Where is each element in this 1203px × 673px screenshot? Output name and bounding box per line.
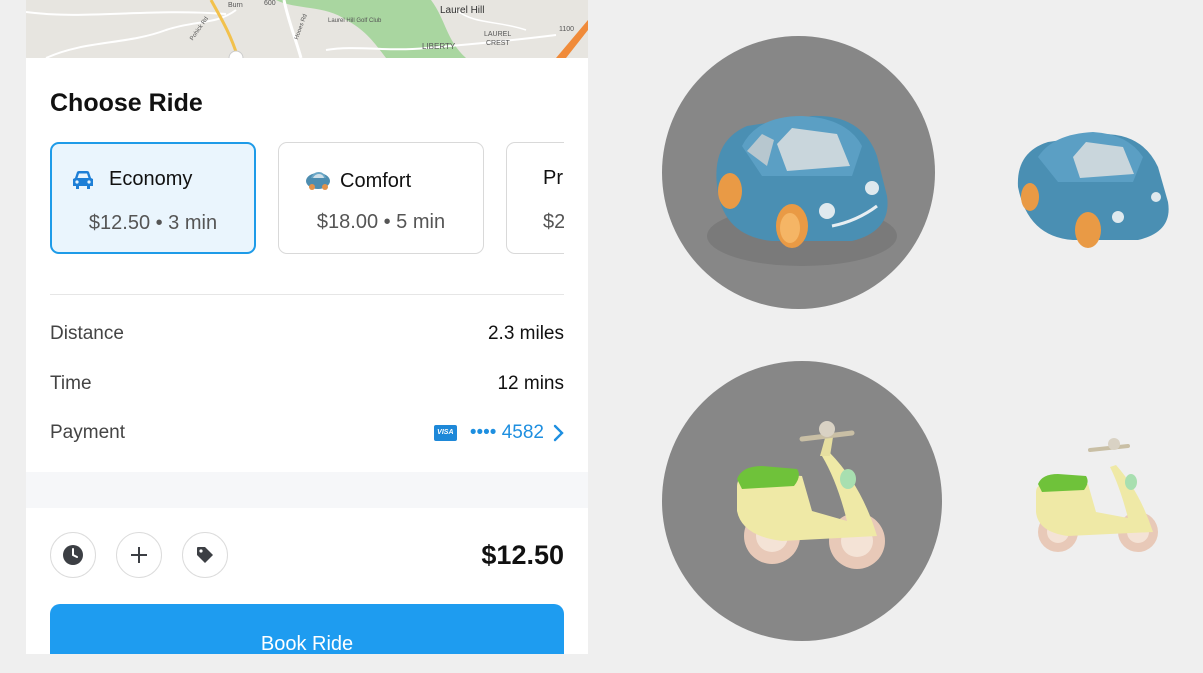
promo-button[interactable] — [182, 532, 228, 578]
payment-method[interactable]: VISA •••• 4582 — [433, 422, 564, 444]
map-label-laurel: LAUREL — [484, 31, 512, 38]
plus-icon — [131, 547, 147, 563]
tag-icon — [197, 547, 213, 563]
visa-icon: VISA — [433, 425, 457, 441]
map-label-golf-club: Laurel Hill Golf Club — [328, 18, 382, 24]
map-label-laurel-hill: Laurel Hill — [440, 5, 485, 16]
ride-option-name: Comfort — [340, 170, 412, 192]
blue-car-small-illustration — [1017, 132, 1169, 248]
map-label-crest: CREST — [486, 40, 510, 47]
divider — [50, 294, 564, 295]
car-icon — [71, 170, 95, 195]
car-image-circle — [662, 36, 935, 309]
ride-option-detail: $2 — [543, 211, 564, 233]
distance-row: Distance 2.3 miles — [50, 323, 564, 349]
distance-label: Distance — [50, 323, 124, 344]
schedule-button[interactable] — [50, 532, 96, 578]
ride-option-detail: $12.50 • 3 min — [88, 212, 218, 234]
time-label: Time — [50, 373, 92, 394]
map-label-burn: Burn — [228, 2, 243, 9]
ride-option-premium[interactable]: Pr $2 — [506, 142, 564, 254]
payment-card-number: •••• 4582 — [469, 422, 544, 443]
total-price: $12.50 — [481, 540, 564, 570]
ride-option-name: Pr — [543, 167, 563, 189]
payment-label: Payment — [50, 422, 125, 443]
distance-value: 2.3 miles — [487, 323, 564, 344]
map-view[interactable]: Laurel Hill Laurel Hill Golf Club LIBERT… — [26, 0, 588, 58]
ride-option-detail: $18.00 • 5 min — [316, 211, 446, 233]
map-graphic — [26, 0, 588, 58]
book-ride-button[interactable]: Book Ride — [50, 604, 564, 654]
ride-panel: Laurel Hill Laurel Hill Golf Club LIBERT… — [26, 0, 588, 654]
time-value: 12 mins — [497, 373, 564, 394]
scooter-image-circle — [662, 361, 942, 641]
map-label-1100: 1100 — [559, 26, 575, 33]
chevron-right-icon — [553, 424, 564, 442]
ride-option-comfort[interactable]: Comfort $18.00 • 5 min — [278, 142, 484, 254]
add-stop-button[interactable] — [116, 532, 162, 578]
blue-car-illustration — [707, 115, 897, 266]
clock-icon — [63, 545, 83, 565]
ride-option-name: Economy — [109, 168, 193, 190]
section-separator — [26, 472, 588, 508]
scooter-illustration — [737, 421, 885, 569]
page-title: Choose Ride — [50, 89, 203, 117]
scooter-small-illustration — [1036, 438, 1158, 552]
payment-row[interactable]: Payment VISA •••• 4582 — [50, 422, 564, 448]
ride-option-economy[interactable]: Economy $12.50 • 3 min — [50, 142, 256, 254]
ride-options: Economy $12.50 • 3 min Comfort $18.00 • … — [50, 142, 564, 260]
bottom-sheet: Choose Ride Economy $12.50 • 3 min Comfo… — [26, 58, 588, 654]
comfort-car-icon — [304, 169, 332, 196]
time-row: Time 12 mins — [50, 373, 564, 399]
map-label-liberty: LIBERTY — [422, 42, 456, 51]
map-label-600: 600 — [264, 0, 276, 7]
